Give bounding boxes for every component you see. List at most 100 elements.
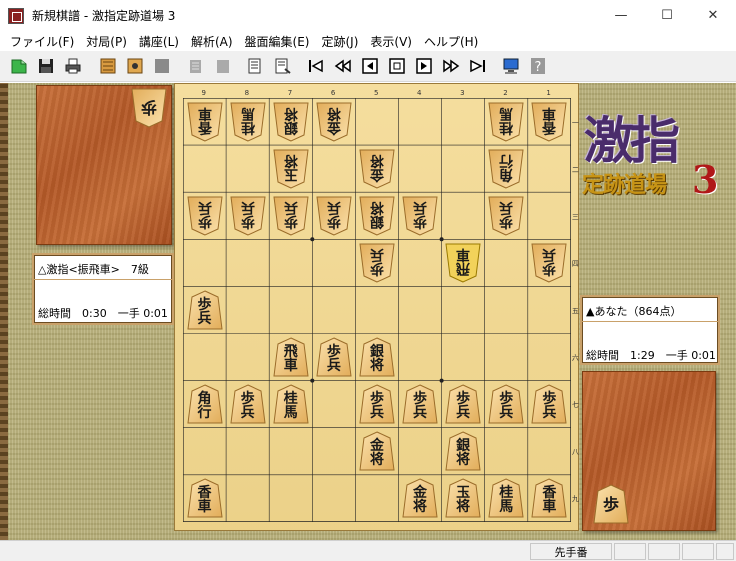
sente-piece[interactable]: 香車 [186, 478, 223, 518]
menu-analysis[interactable]: 解析(A) [185, 33, 239, 50]
stop-icon [389, 58, 405, 74]
logo-main-text: 激指 [584, 111, 680, 170]
piece-char: 銀 [283, 118, 298, 135]
paste-disabled-icon [217, 60, 229, 73]
sente-piece[interactable]: 桂馬 [273, 384, 309, 424]
edit-board-button[interactable] [124, 55, 146, 77]
sente-piece[interactable]: 歩兵 [531, 384, 567, 424]
print-button[interactable] [62, 55, 84, 77]
gote-piece[interactable]: 歩兵 [488, 196, 524, 236]
forward-one-icon [416, 58, 432, 74]
piece-char: 兵 [542, 405, 557, 422]
minimize-button[interactable]: — [598, 0, 644, 31]
sente-piece[interactable]: 歩兵 [402, 384, 438, 424]
paste-button[interactable] [212, 55, 234, 77]
sente-piece[interactable]: 歩兵 [316, 337, 352, 377]
gote-piece[interactable]: 歩兵 [316, 196, 352, 236]
last-move-button[interactable] [467, 55, 489, 77]
copy-disabled-icon [190, 60, 201, 73]
sente-hand-piece[interactable]: 歩 [593, 484, 629, 524]
gote-piece[interactable]: 香車 [531, 102, 567, 142]
gote-piece[interactable]: 飛車 [445, 243, 481, 283]
gote-piece[interactable]: 玉将 [273, 149, 309, 189]
sente-piece[interactable]: 飛車 [273, 337, 309, 377]
menu-help[interactable]: ヘルプ(H) [418, 33, 484, 50]
menu-lesson[interactable]: 講座(L) [133, 33, 185, 50]
app-logo: 激指 定跡道場 3 [582, 101, 722, 211]
menu-file[interactable]: ファイル(F) [4, 33, 80, 50]
sente-piece[interactable]: 歩兵 [230, 384, 266, 424]
forward-ten-button[interactable] [440, 55, 462, 77]
gote-piece[interactable]: 金将 [316, 102, 352, 142]
save-button[interactable] [35, 55, 57, 77]
gote-piece[interactable]: 歩兵 [402, 196, 438, 236]
edit-kifu-button[interactable] [97, 55, 119, 77]
piece-char: 歩 [240, 212, 255, 229]
star-point [310, 378, 315, 383]
piece-char: 兵 [326, 198, 341, 215]
back-ten-button[interactable] [332, 55, 354, 77]
menu-match[interactable]: 対局(P) [80, 33, 133, 50]
logo-number: 3 [692, 157, 719, 202]
piece-char: 将 [283, 151, 298, 168]
gote-piece[interactable]: 香車 [186, 102, 223, 142]
sente-piece[interactable]: 香車 [531, 478, 567, 518]
gote-piece[interactable]: 歩兵 [531, 243, 567, 283]
first-move-button[interactable] [305, 55, 327, 77]
gote-piece[interactable]: 歩兵 [186, 196, 223, 236]
new-file-button[interactable] [8, 55, 30, 77]
sente-komadai[interactable]: 歩 [582, 371, 716, 531]
app-icon[interactable] [8, 7, 24, 24]
disabled-button[interactable] [151, 55, 173, 77]
back-one-button[interactable] [359, 55, 381, 77]
disabled-icon [155, 59, 169, 73]
gote-komadai[interactable]: 歩 [36, 85, 172, 245]
sente-piece[interactable]: 銀将 [359, 337, 395, 377]
monitor-button[interactable] [500, 55, 522, 77]
help-button[interactable]: ? [527, 55, 549, 77]
piece-char: 馬 [499, 104, 514, 121]
menu-board-edit[interactable]: 盤面編集(E) [239, 33, 316, 50]
gote-piece[interactable]: 角行 [488, 149, 524, 189]
gote-piece[interactable]: 歩兵 [273, 196, 309, 236]
file-label: 6 [330, 89, 336, 97]
piece-char: 桂 [499, 118, 514, 135]
gote-piece[interactable]: 歩兵 [230, 196, 266, 236]
stop-button[interactable] [386, 55, 408, 77]
sente-piece[interactable]: 金将 [359, 431, 395, 471]
sente-piece[interactable]: 歩兵 [445, 384, 481, 424]
menu-view[interactable]: 表示(V) [364, 33, 418, 50]
sente-piece[interactable]: 玉将 [445, 478, 481, 518]
gote-piece[interactable]: 銀将 [359, 196, 395, 236]
sente-piece[interactable]: 歩兵 [488, 384, 524, 424]
piece-char: 兵 [413, 405, 428, 422]
board-import-button[interactable] [272, 55, 294, 77]
piece-char: 行 [499, 151, 514, 168]
sente-piece[interactable]: 金将 [402, 478, 438, 518]
sente-piece[interactable]: 歩兵 [186, 290, 223, 330]
board-export-button[interactable] [245, 55, 267, 77]
gote-piece[interactable]: 歩兵 [359, 243, 395, 283]
sente-piece[interactable]: 桂馬 [488, 478, 524, 518]
rank-label: 八 [571, 448, 579, 457]
gote-hand-piece[interactable]: 歩 [131, 88, 167, 128]
sente-piece[interactable]: 角行 [186, 384, 223, 424]
copy-button[interactable] [185, 55, 207, 77]
gote-piece[interactable]: 金将 [359, 149, 395, 189]
gote-piece[interactable]: 桂馬 [488, 102, 524, 142]
sente-piece[interactable]: 銀将 [445, 431, 481, 471]
close-button[interactable]: ✕ [690, 0, 736, 31]
last-move-icon [470, 59, 485, 73]
forward-one-button[interactable] [413, 55, 435, 77]
sente-piece[interactable]: 歩兵 [359, 384, 395, 424]
print-icon [65, 58, 81, 74]
file-label: 3 [460, 89, 465, 97]
gote-piece[interactable]: 桂馬 [230, 102, 266, 142]
menu-joseki[interactable]: 定跡(J) [315, 33, 364, 50]
file-label: 2 [503, 89, 508, 97]
gote-piece[interactable]: 銀将 [273, 102, 309, 142]
piece-char: 将 [456, 452, 471, 469]
sente-info-panel: ▲あなた（864点） 総時間 1:29 一手 0:01 [580, 295, 720, 365]
maximize-button[interactable]: ☐ [644, 0, 690, 31]
piece-char: 兵 [240, 198, 255, 215]
